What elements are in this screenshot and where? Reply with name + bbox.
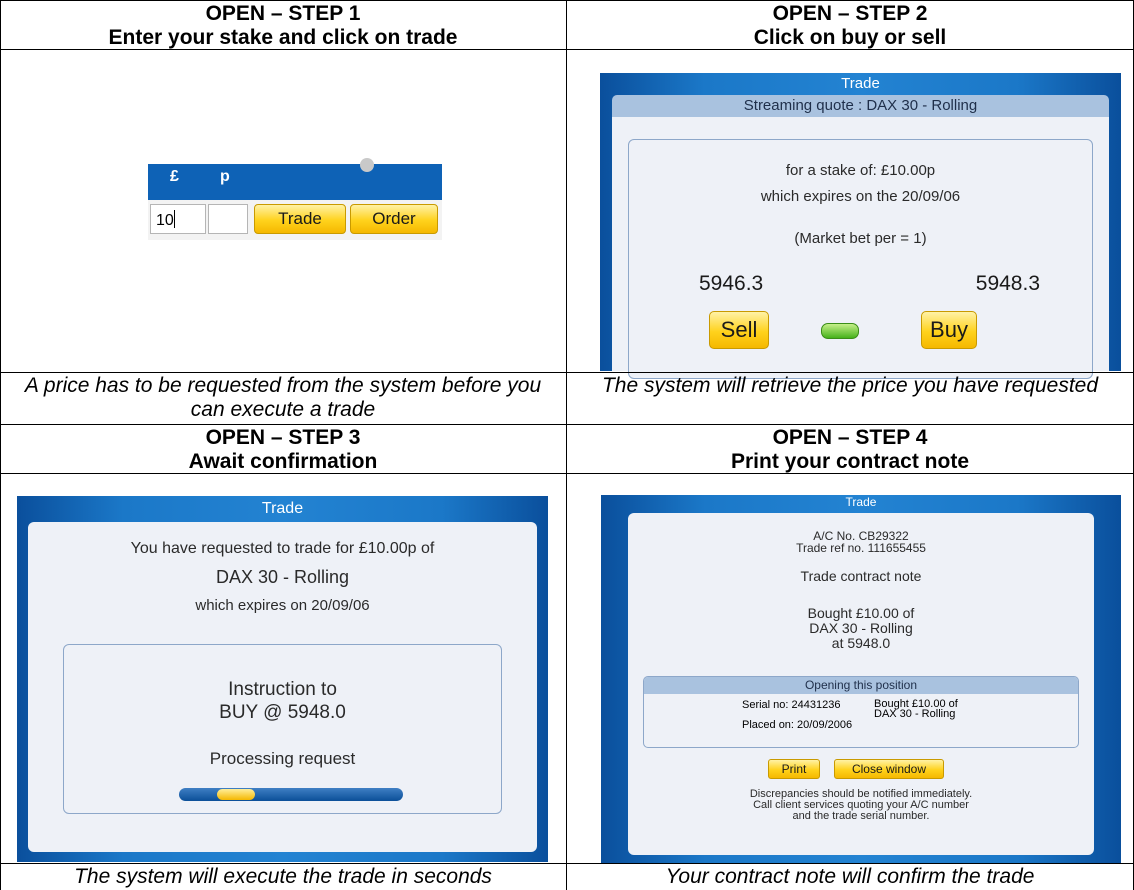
stake-header-bar: £ p <box>148 158 442 200</box>
price-text: at 5948.0 <box>831 635 891 651</box>
expiry-text: which expires on the 20/09/06 <box>760 188 961 205</box>
step1-caption-text: A price has to be requested from the sys… <box>24 374 542 421</box>
close-window-button[interactable]: Close window <box>834 759 944 779</box>
grid-line <box>566 0 567 890</box>
order-button[interactable]: Order <box>350 204 438 234</box>
sell-button[interactable]: Sell <box>709 311 769 349</box>
step4-heading: OPEN – STEP 4 <box>772 426 928 449</box>
step4-caption-text: Your contract note will confirm the trad… <box>665 865 1035 888</box>
stake-pounds-value: 10 <box>156 212 174 229</box>
processing-text: Processing request <box>209 749 356 768</box>
text-cursor <box>173 210 175 228</box>
step4-subheading: Print your contract note <box>730 450 970 473</box>
step4-header: OPEN – STEP 4 Print your contract note <box>567 425 1133 473</box>
grid-line <box>0 0 1134 1</box>
step4-trade-dialog: Trade A/C No. CB29322 Trade ref no. 1116… <box>601 495 1121 863</box>
step2-dialog-title: Trade <box>841 75 880 92</box>
pound-label: £ <box>170 168 179 185</box>
contract-note-panel: A/C No. CB29322 Trade ref no. 111655455 … <box>628 513 1094 855</box>
market-name: DAX 30 - Rolling <box>809 620 913 636</box>
step1-subheading: Enter your stake and click on trade <box>108 26 458 49</box>
step3-caption: The system will execute the trade in sec… <box>6 864 560 890</box>
note-title: Trade contract note <box>800 568 922 584</box>
step2-caption: The system will retrieve the price you h… <box>572 373 1128 423</box>
buy-price: 5948.3 <box>975 272 1040 295</box>
buy-button[interactable]: Buy <box>921 311 977 349</box>
market-name: DAX 30 - Rolling <box>215 567 350 587</box>
stake-input-row: 10 Trade Order <box>148 200 442 240</box>
stake-pounds-input[interactable]: 10 <box>150 204 206 234</box>
grid-line <box>0 49 1134 50</box>
step3-trade-dialog: Trade You have requested to trade for £1… <box>17 496 548 862</box>
instruction-line1: Instruction to <box>228 679 337 700</box>
grid-line <box>0 424 1134 425</box>
stake-pence-input[interactable] <box>208 204 248 234</box>
grid-line <box>0 473 1134 474</box>
step3-heading: OPEN – STEP 3 <box>205 426 361 449</box>
step4-caption: Your contract note will confirm the trad… <box>572 864 1128 890</box>
confirm-panel: You have requested to trade for £10.00p … <box>28 522 537 852</box>
quote-title: Streaming quote : DAX 30 - Rolling <box>612 95 1109 117</box>
pence-label: p <box>220 168 230 185</box>
step2-heading: OPEN – STEP 2 <box>772 2 928 25</box>
step3-subheading: Await confirmation <box>188 450 378 473</box>
quote-panel: for a stake of: £10.00p which expires on… <box>612 117 1109 379</box>
serial-number: Serial no: 24431236 <box>742 699 841 711</box>
step4-dialog-title: Trade <box>845 495 877 509</box>
requested-text: You have requested to trade for £10.00p … <box>130 540 435 557</box>
expiry-text: which expires on 20/09/06 <box>195 597 370 614</box>
step1-header: OPEN – STEP 1 Enter your stake and click… <box>1 1 565 49</box>
progress-bar <box>179 788 403 801</box>
step2-header: OPEN – STEP 2 Click on buy or sell <box>567 1 1133 49</box>
position-market: DAX 30 - Rolling <box>874 708 956 720</box>
step2-caption-text: The system will retrieve the price you h… <box>601 374 1099 397</box>
market-bet-text: (Market bet per = 1) <box>794 230 927 247</box>
disclaimer-line3: and the trade serial number. <box>792 810 930 822</box>
grid-line <box>0 863 1134 864</box>
instruction-panel: Instruction to BUY @ 5948.0 Processing r… <box>63 644 502 814</box>
print-button[interactable]: Print <box>768 759 820 779</box>
trade-ref: Trade ref no. 111655455 <box>796 541 926 555</box>
step2-trade-dialog: Trade Streaming quote : DAX 30 - Rolling… <box>600 73 1121 379</box>
grid-line <box>0 0 1 890</box>
corner-dot <box>360 158 374 172</box>
step2-subheading: Click on buy or sell <box>753 26 947 49</box>
placed-date: Placed on: 20/09/2006 <box>742 719 853 731</box>
bought-text: Bought £10.00 of <box>807 605 915 621</box>
step1-heading: OPEN – STEP 1 <box>205 2 361 25</box>
trade-button[interactable]: Trade <box>254 204 346 234</box>
quote-inner-panel: for a stake of: £10.00p which expires on… <box>628 139 1093 379</box>
grid-line <box>0 372 1134 373</box>
step3-dialog-title: Trade <box>261 500 304 517</box>
step3-caption-text: The system will execute the trade in sec… <box>74 865 492 888</box>
sell-price: 5946.3 <box>699 272 764 295</box>
progress-indicator <box>217 789 255 800</box>
step3-header: OPEN – STEP 3 Await confirmation <box>1 425 565 473</box>
stake-text: for a stake of: £10.00p <box>785 162 936 179</box>
step1-caption: A price has to be requested from the sys… <box>6 373 560 423</box>
status-light-icon <box>821 323 859 339</box>
position-header: Opening this position <box>644 677 1078 694</box>
instruction-line2: BUY @ 5948.0 <box>219 702 346 723</box>
position-box: Opening this position Serial no: 2443123… <box>643 676 1079 748</box>
trade-guide-table: OPEN – STEP 1 Enter your stake and click… <box>0 0 1134 890</box>
